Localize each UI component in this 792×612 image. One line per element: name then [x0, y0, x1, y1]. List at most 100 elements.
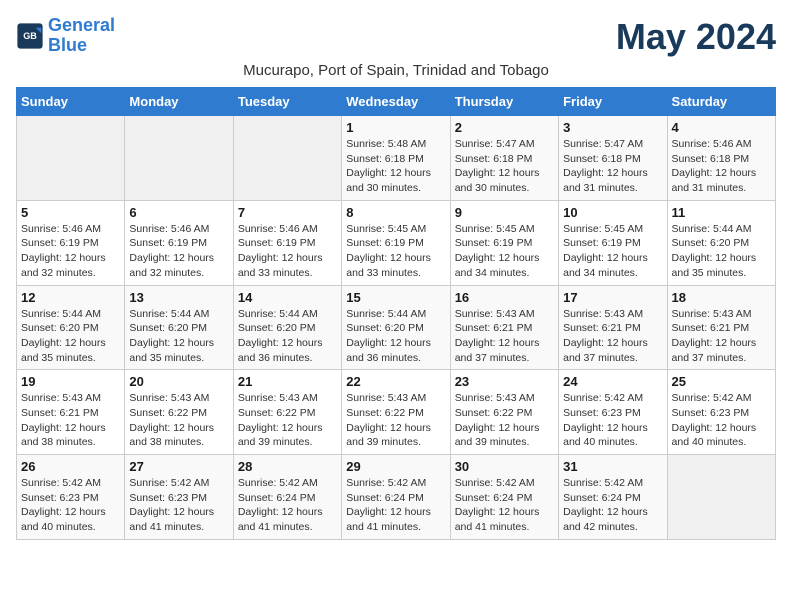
calendar-cell: 1 Sunrise: 5:48 AMSunset: 6:18 PMDaylight… — [342, 116, 450, 201]
day-number: 26 — [21, 459, 120, 474]
calendar-cell — [667, 455, 775, 540]
calendar-cell: 24 Sunrise: 5:42 AMSunset: 6:23 PMDayligh… — [559, 370, 667, 455]
calendar-cell: 3 Sunrise: 5:47 AMSunset: 6:18 PMDaylight… — [559, 116, 667, 201]
logo-line1: General — [48, 15, 115, 35]
calendar-cell: 20 Sunrise: 5:43 AMSunset: 6:22 PMDayligh… — [125, 370, 233, 455]
day-info: Sunrise: 5:46 AMSunset: 6:19 PMDaylight:… — [238, 222, 337, 281]
day-info: Sunrise: 5:43 AMSunset: 6:22 PMDaylight:… — [129, 391, 228, 450]
calendar-cell: 9 Sunrise: 5:45 AMSunset: 6:19 PMDaylight… — [450, 200, 558, 285]
day-number: 10 — [563, 205, 662, 220]
day-info: Sunrise: 5:43 AMSunset: 6:21 PMDaylight:… — [455, 307, 554, 366]
calendar-cell: 25 Sunrise: 5:42 AMSunset: 6:23 PMDayligh… — [667, 370, 775, 455]
day-number: 1 — [346, 120, 445, 135]
day-header-friday: Friday — [559, 88, 667, 116]
header: GB General Blue May 2024 — [16, 16, 776, 58]
calendar-cell: 8 Sunrise: 5:45 AMSunset: 6:19 PMDaylight… — [342, 200, 450, 285]
day-number: 20 — [129, 374, 228, 389]
day-number: 29 — [346, 459, 445, 474]
day-number: 12 — [21, 290, 120, 305]
day-number: 22 — [346, 374, 445, 389]
calendar-cell: 31 Sunrise: 5:42 AMSunset: 6:24 PMDayligh… — [559, 455, 667, 540]
day-number: 25 — [672, 374, 771, 389]
day-number: 5 — [21, 205, 120, 220]
day-info: Sunrise: 5:44 AMSunset: 6:20 PMDaylight:… — [346, 307, 445, 366]
day-number: 4 — [672, 120, 771, 135]
day-header-saturday: Saturday — [667, 88, 775, 116]
day-number: 21 — [238, 374, 337, 389]
calendar-cell: 18Sunrise: 5:43 AMSunset: 6:21 PMDayligh… — [667, 285, 775, 370]
header-row: SundayMondayTuesdayWednesdayThursdayFrid… — [17, 88, 776, 116]
day-info: Sunrise: 5:46 AMSunset: 6:18 PMDaylight:… — [672, 137, 771, 196]
day-info: Sunrise: 5:42 AMSunset: 6:23 PMDaylight:… — [129, 476, 228, 535]
day-number: 11 — [672, 205, 771, 220]
calendar-cell: 30 Sunrise: 5:42 AMSunset: 6:24 PMDayligh… — [450, 455, 558, 540]
day-number: 18 — [672, 290, 771, 305]
calendar-cell: 11Sunrise: 5:44 AMSunset: 6:20 PMDayligh… — [667, 200, 775, 285]
week-row-4: 19Sunrise: 5:43 AMSunset: 6:21 PMDayligh… — [17, 370, 776, 455]
day-header-sunday: Sunday — [17, 88, 125, 116]
day-info: Sunrise: 5:43 AMSunset: 6:22 PMDaylight:… — [238, 391, 337, 450]
calendar-cell — [125, 116, 233, 201]
calendar-cell: 14Sunrise: 5:44 AMSunset: 6:20 PMDayligh… — [233, 285, 341, 370]
calendar-cell: 4 Sunrise: 5:46 AMSunset: 6:18 PMDaylight… — [667, 116, 775, 201]
day-info: Sunrise: 5:47 AMSunset: 6:18 PMDaylight:… — [455, 137, 554, 196]
calendar-cell: 29Sunrise: 5:42 AMSunset: 6:24 PMDayligh… — [342, 455, 450, 540]
day-number: 3 — [563, 120, 662, 135]
day-info: Sunrise: 5:42 AMSunset: 6:23 PMDaylight:… — [563, 391, 662, 450]
day-info: Sunrise: 5:42 AMSunset: 6:23 PMDaylight:… — [21, 476, 120, 535]
day-info: Sunrise: 5:45 AMSunset: 6:19 PMDaylight:… — [455, 222, 554, 281]
day-number: 16 — [455, 290, 554, 305]
calendar-cell: 15 Sunrise: 5:44 AMSunset: 6:20 PMDayligh… — [342, 285, 450, 370]
calendar-cell — [17, 116, 125, 201]
calendar-cell: 16 Sunrise: 5:43 AMSunset: 6:21 PMDayligh… — [450, 285, 558, 370]
day-info: Sunrise: 5:43 AMSunset: 6:21 PMDaylight:… — [563, 307, 662, 366]
calendar-cell: 27 Sunrise: 5:42 AMSunset: 6:23 PMDayligh… — [125, 455, 233, 540]
day-info: Sunrise: 5:42 AMSunset: 6:23 PMDaylight:… — [672, 391, 771, 450]
day-info: Sunrise: 5:42 AMSunset: 6:24 PMDaylight:… — [455, 476, 554, 535]
day-info: Sunrise: 5:44 AMSunset: 6:20 PMDaylight:… — [21, 307, 120, 366]
day-number: 13 — [129, 290, 228, 305]
calendar-cell: 19Sunrise: 5:43 AMSunset: 6:21 PMDayligh… — [17, 370, 125, 455]
day-number: 28 — [238, 459, 337, 474]
week-row-2: 5 Sunrise: 5:46 AMSunset: 6:19 PMDaylight… — [17, 200, 776, 285]
day-info: Sunrise: 5:48 AMSunset: 6:18 PMDaylight:… — [346, 137, 445, 196]
day-number: 9 — [455, 205, 554, 220]
day-info: Sunrise: 5:42 AMSunset: 6:24 PMDaylight:… — [563, 476, 662, 535]
calendar-cell: 26 Sunrise: 5:42 AMSunset: 6:23 PMDayligh… — [17, 455, 125, 540]
calendar-cell: 5 Sunrise: 5:46 AMSunset: 6:19 PMDaylight… — [17, 200, 125, 285]
calendar-cell: 23 Sunrise: 5:43 AMSunset: 6:22 PMDayligh… — [450, 370, 558, 455]
day-number: 15 — [346, 290, 445, 305]
week-row-5: 26 Sunrise: 5:42 AMSunset: 6:23 PMDayligh… — [17, 455, 776, 540]
calendar-cell: 7 Sunrise: 5:46 AMSunset: 6:19 PMDaylight… — [233, 200, 341, 285]
day-number: 30 — [455, 459, 554, 474]
day-number: 24 — [563, 374, 662, 389]
day-info: Sunrise: 5:44 AMSunset: 6:20 PMDaylight:… — [129, 307, 228, 366]
calendar-cell: 13 Sunrise: 5:44 AMSunset: 6:20 PMDayligh… — [125, 285, 233, 370]
month-title: May 2024 — [616, 16, 776, 58]
week-row-1: 1 Sunrise: 5:48 AMSunset: 6:18 PMDaylight… — [17, 116, 776, 201]
calendar-cell: 10 Sunrise: 5:45 AMSunset: 6:19 PMDayligh… — [559, 200, 667, 285]
calendar-cell: 17 Sunrise: 5:43 AMSunset: 6:21 PMDayligh… — [559, 285, 667, 370]
day-number: 17 — [563, 290, 662, 305]
calendar-cell: 12 Sunrise: 5:44 AMSunset: 6:20 PMDayligh… — [17, 285, 125, 370]
day-info: Sunrise: 5:47 AMSunset: 6:18 PMDaylight:… — [563, 137, 662, 196]
week-row-3: 12 Sunrise: 5:44 AMSunset: 6:20 PMDayligh… — [17, 285, 776, 370]
day-header-thursday: Thursday — [450, 88, 558, 116]
day-number: 31 — [563, 459, 662, 474]
day-number: 8 — [346, 205, 445, 220]
day-info: Sunrise: 5:46 AMSunset: 6:19 PMDaylight:… — [21, 222, 120, 281]
calendar-cell: 21 Sunrise: 5:43 AMSunset: 6:22 PMDayligh… — [233, 370, 341, 455]
calendar-table: SundayMondayTuesdayWednesdayThursdayFrid… — [16, 87, 776, 540]
day-number: 14 — [238, 290, 337, 305]
calendar-cell: 28Sunrise: 5:42 AMSunset: 6:24 PMDayligh… — [233, 455, 341, 540]
day-number: 19 — [21, 374, 120, 389]
day-header-wednesday: Wednesday — [342, 88, 450, 116]
day-number: 23 — [455, 374, 554, 389]
day-info: Sunrise: 5:45 AMSunset: 6:19 PMDaylight:… — [563, 222, 662, 281]
day-number: 7 — [238, 205, 337, 220]
day-info: Sunrise: 5:45 AMSunset: 6:19 PMDaylight:… — [346, 222, 445, 281]
day-info: Sunrise: 5:43 AMSunset: 6:22 PMDaylight:… — [455, 391, 554, 450]
calendar-cell — [233, 116, 341, 201]
day-number: 2 — [455, 120, 554, 135]
day-number: 27 — [129, 459, 228, 474]
